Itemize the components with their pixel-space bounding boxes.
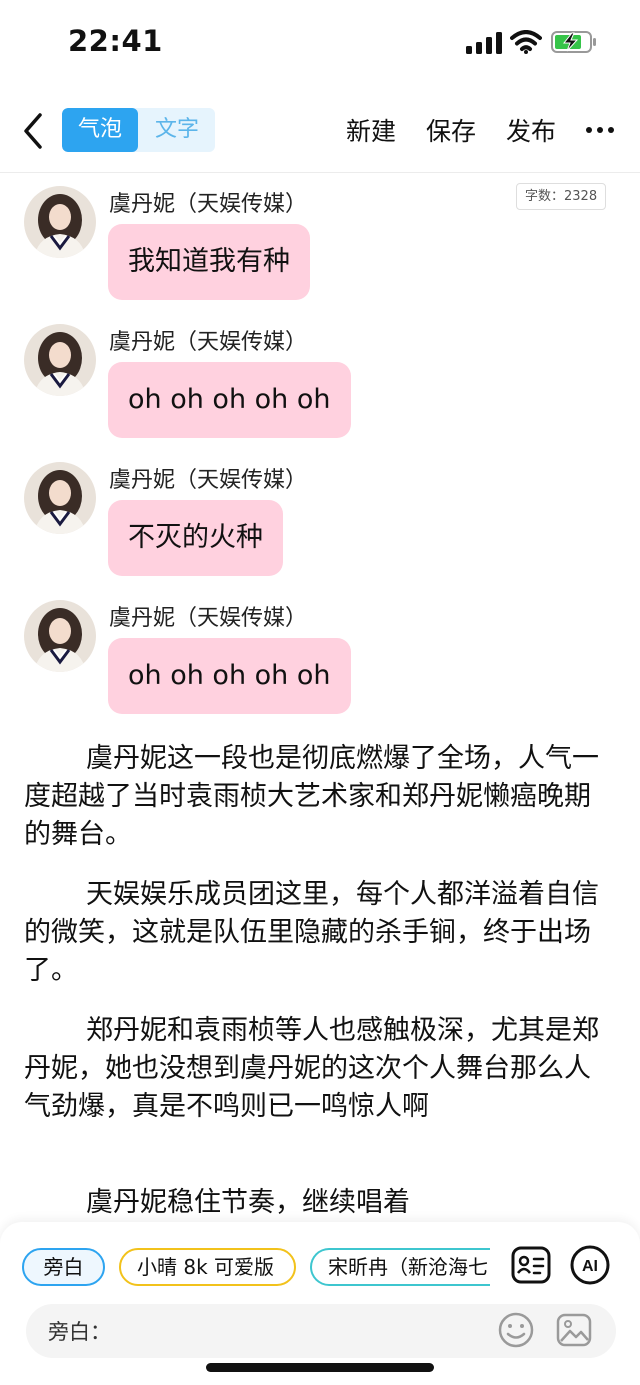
wifi-icon [510, 30, 542, 54]
mode-toggle: 气泡 文字 [62, 108, 215, 152]
status-bar: 22:41 [0, 0, 640, 88]
role-chip[interactable]: 宋昕冉（新沧海七 [310, 1248, 490, 1286]
chevron-left-icon[interactable] [16, 108, 52, 154]
avatar[interactable] [24, 324, 96, 396]
save-button[interactable]: 保存 [426, 112, 476, 148]
role-card-icon[interactable] [510, 1244, 552, 1286]
editor-toolbar: 气泡 文字 新建 保存 发布 [0, 100, 640, 162]
emoji-icon[interactable] [496, 1310, 536, 1350]
role-chip-narrator[interactable]: 旁白 [22, 1248, 105, 1286]
sender-name: 虞丹妮（天娱传媒） [109, 192, 308, 217]
home-indicator [206, 1363, 434, 1372]
battery-icon [551, 31, 596, 53]
new-button[interactable]: 新建 [346, 112, 396, 148]
publish-button[interactable]: 发布 [506, 112, 556, 148]
narration-paragraph[interactable]: 虞丹妮这一段也是彻底燃爆了全场，人气一度超越了当时袁雨桢大艺术家和郑丹妮懒癌晚期… [24, 740, 614, 854]
narration-paragraph[interactable]: 天娱娱乐成员团这里，每个人都洋溢着自信的微笑，这就是队伍里隐藏的杀手锏，终于出场… [24, 876, 614, 990]
more-dots-icon[interactable] [584, 116, 616, 144]
avatar[interactable] [24, 600, 96, 672]
input-role-label: 旁白： [48, 1320, 111, 1344]
role-chip[interactable]: 小晴 8k 可爱版 [119, 1248, 296, 1286]
message-bubble[interactable]: 我知道我有种 [108, 224, 310, 300]
sender-name: 虞丹妮（天娱传媒） [109, 468, 308, 493]
signal-icon [466, 32, 502, 54]
svg-text:AI: AI [582, 1258, 598, 1275]
dialogue-input[interactable]: 旁白： [26, 1304, 616, 1358]
message-bubble[interactable]: oh oh oh oh oh [108, 362, 351, 438]
avatar[interactable] [24, 462, 96, 534]
word-count-badge: 字数：2328 [516, 183, 607, 210]
avatar[interactable] [24, 186, 96, 258]
image-icon[interactable] [554, 1310, 594, 1350]
message-bubble[interactable]: oh oh oh oh oh [108, 638, 351, 714]
mode-bubble-tab[interactable]: 气泡 [62, 108, 138, 152]
ai-icon[interactable]: AI [569, 1244, 611, 1286]
narration-paragraph[interactable]: 郑丹妮和袁雨桢等人也感触极深，尤其是郑丹妮，她也没想到虞丹妮的这次个人舞台那么人… [24, 1012, 614, 1126]
sender-name: 虞丹妮（天娱传媒） [109, 330, 308, 355]
status-time: 22:41 [68, 24, 163, 58]
narration-paragraph[interactable]: 虞丹妮稳住节奏，继续唱着 [24, 1184, 614, 1222]
message-bubble[interactable]: 不灭的火种 [108, 500, 283, 576]
mode-text-tab[interactable]: 文字 [139, 108, 215, 152]
sender-name: 虞丹妮（天娱传媒） [109, 606, 308, 631]
toolbar-divider [0, 172, 640, 173]
